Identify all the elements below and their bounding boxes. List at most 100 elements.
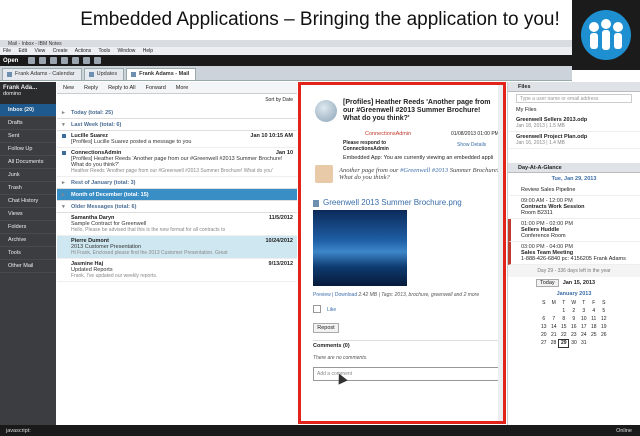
message-subject: [Profiles] Heather Reeds 'Another page f…	[343, 99, 491, 122]
file-item[interactable]: Greenwell Project Plan.odp Jan 16, 2013 …	[508, 132, 640, 149]
calendar-event[interactable]: 09:00 AM - 12:00 PM Contracts Work Sessi…	[508, 196, 640, 219]
message-sender[interactable]: ConnectionsAdmin	[365, 131, 411, 137]
post-text: Another page from our #Greenwell #2013 S…	[339, 167, 499, 181]
message-date: 01/08/2013 01:00 PM	[451, 131, 499, 137]
day-at-a-glance-header[interactable]: Day-At-A-Glance	[508, 163, 640, 173]
home-icon[interactable]	[50, 57, 58, 64]
more-button[interactable]: More	[174, 85, 191, 91]
sender-avatar	[315, 100, 337, 122]
mail-row[interactable]: Lucille Suarez Jan 10 10:15 AM [Profiles]…	[57, 131, 297, 148]
unread-icon	[62, 151, 66, 155]
menu-file[interactable]: File	[3, 48, 11, 54]
forward-icon[interactable]	[39, 57, 47, 64]
menu-create[interactable]: Create	[53, 48, 68, 54]
info-icon[interactable]	[72, 57, 80, 64]
sidebar-item-sent[interactable]: Sent	[0, 130, 56, 143]
like-icon[interactable]	[313, 305, 321, 313]
mail-row[interactable]: Samantha Daryn 11/5/2012 Sample Contract …	[57, 213, 297, 236]
calendar-date: Tue, Jan 29, 2013	[551, 176, 597, 182]
updates-icon	[88, 72, 94, 77]
week-row: 12345	[562, 308, 606, 314]
mail-sidebar: Frank Ada... domino Inbox (20) Drafts Se…	[0, 82, 56, 426]
sidebar-item-junk[interactable]: Junk	[0, 169, 56, 182]
no-comments-text: There are no comments.	[313, 355, 368, 361]
file-meta: Preview | Download 2.42 MB | Tags: 2013,…	[313, 292, 480, 298]
file-item[interactable]: Greenwell Sellers 2013.odp Jan 18, 2013 …	[508, 115, 640, 132]
week-row: 27 28 29 30 31	[540, 338, 587, 348]
menu-tools[interactable]: Tools	[98, 48, 110, 54]
online-status[interactable]: Online	[616, 428, 632, 434]
notes-icon[interactable]	[83, 57, 91, 64]
calendar-event[interactable]: 03:00 PM - 04:00 PM Sales Team Meeting 1…	[508, 242, 640, 265]
embedded-app-notice: Embedded App: You are currently viewing …	[343, 155, 494, 161]
main-toolbar: Open	[0, 55, 572, 66]
mail-row[interactable]: Pierre Dumont 10/24/2012 2013 Customer Pr…	[57, 236, 297, 259]
repost-button[interactable]: Repost	[313, 323, 339, 333]
group-last-week[interactable]: Last Week (total: 6)	[57, 119, 297, 131]
calendar-event[interactable]: Review Sales Pipeline	[508, 185, 640, 196]
tab-updates[interactable]: Updates	[83, 68, 125, 80]
tab-mail[interactable]: Frank Adams - Mail	[126, 68, 197, 80]
sidebar-right: Files Type a user name or email address …	[507, 82, 640, 426]
user-domain: domino	[3, 91, 22, 97]
week-row: 13 14 15 16 17 18 19	[540, 324, 607, 330]
open-button[interactable]: Open	[3, 58, 18, 64]
sidebar-item-folders[interactable]: Folders	[0, 221, 56, 234]
my-files-label[interactable]: My Files	[508, 105, 640, 115]
group-older[interactable]: Older Messages (total: 6)	[57, 201, 297, 213]
calendar-event[interactable]: 01:00 PM - 02:00 PM Sellers Huddle Confe…	[508, 219, 640, 242]
forward-button[interactable]: Forward	[144, 85, 168, 91]
mini-calendar-title[interactable]: January 2013	[508, 289, 640, 299]
brochure-image[interactable]	[313, 210, 407, 286]
tab-calendar[interactable]: Frank Adams - Calendar	[2, 68, 82, 80]
reply-button[interactable]: Reply	[82, 85, 100, 91]
people-icon[interactable]	[61, 57, 69, 64]
menu-edit[interactable]: Edit	[18, 48, 27, 54]
sidebar-item-archive[interactable]: Archive	[0, 234, 56, 247]
sidebar-item-other-mail[interactable]: Other Mail	[0, 260, 56, 273]
status-bar: javascript: Online	[0, 425, 640, 436]
show-details-link[interactable]: Show Details	[457, 142, 486, 148]
hashtag-link[interactable]: #Greenwell #2013	[400, 167, 448, 174]
group-december[interactable]: Month of December (total: 15)	[57, 189, 297, 201]
menu-window[interactable]: Window	[118, 48, 136, 54]
new-button[interactable]: New	[61, 85, 76, 91]
like-link[interactable]: Like	[327, 307, 336, 313]
sidebar-item-all-documents[interactable]: All Documents	[0, 156, 56, 169]
today-row: Today Jan 15, 2013	[508, 277, 640, 289]
files-search-input[interactable]: Type a user name or email address	[516, 94, 632, 103]
reply-all-button[interactable]: Reply to All	[106, 85, 138, 91]
mail-row[interactable]: Jasmine Haj 9/13/2012 Updated Reports Fra…	[57, 259, 297, 282]
mail-row[interactable]: ConnectionsAdmin Jan 10 [Profiles] Heathe…	[57, 148, 297, 177]
sidebar-header: Frank Ada... domino	[0, 82, 56, 104]
group-rest-january[interactable]: Rest of January (total: 3)	[57, 177, 297, 189]
weekday-row: SMTWTFS	[542, 300, 606, 306]
status-text: javascript:	[6, 427, 31, 434]
files-header[interactable]: Files	[508, 82, 640, 92]
menu-actions[interactable]: Actions	[75, 48, 91, 54]
week-row: 20 21 22 23 24 25 26	[540, 331, 607, 338]
menu-bar: File Edit View Create Actions Tools Wind…	[0, 47, 572, 55]
sidebar-item-follow-up[interactable]: Follow Up	[0, 143, 56, 156]
today-button[interactable]: Today	[536, 279, 559, 287]
reading-pane: [Profiles] Heather Reeds 'Another page f…	[298, 82, 506, 424]
sidebar-item-tools[interactable]: Tools	[0, 247, 56, 260]
sidebar-item-chat-history[interactable]: Chat History	[0, 195, 56, 208]
mini-calendar: SMTWTFS 12345 6 7 8 9 10 11 12 13 14 15 16 17 18 19 …	[539, 299, 610, 348]
days-left: Day 29 - 336 days left in the year	[508, 265, 640, 277]
sort-control[interactable]: Sort by Date	[57, 94, 297, 106]
preview-download-links[interactable]: Preview | Download	[313, 292, 357, 298]
sidebar-item-drafts[interactable]: Drafts	[0, 117, 56, 130]
menu-help[interactable]: Help	[143, 48, 153, 54]
feed-icon[interactable]	[94, 57, 102, 64]
reader-scrollbar[interactable]	[498, 85, 503, 421]
file-name-link[interactable]: Greenwell 2013 Summer Brochure.png	[323, 198, 462, 207]
menu-view[interactable]: View	[34, 48, 45, 54]
sidebar-item-views[interactable]: Views	[0, 208, 56, 221]
sidebar-item-inbox[interactable]: Inbox (20)	[0, 104, 56, 117]
back-icon[interactable]	[28, 57, 36, 64]
poster-avatar	[315, 165, 333, 183]
group-today[interactable]: Today (total: 25)	[57, 107, 297, 119]
sidebar-item-trash[interactable]: Trash	[0, 182, 56, 195]
mail-toolbar: New Reply Reply to All Forward More	[57, 82, 297, 94]
